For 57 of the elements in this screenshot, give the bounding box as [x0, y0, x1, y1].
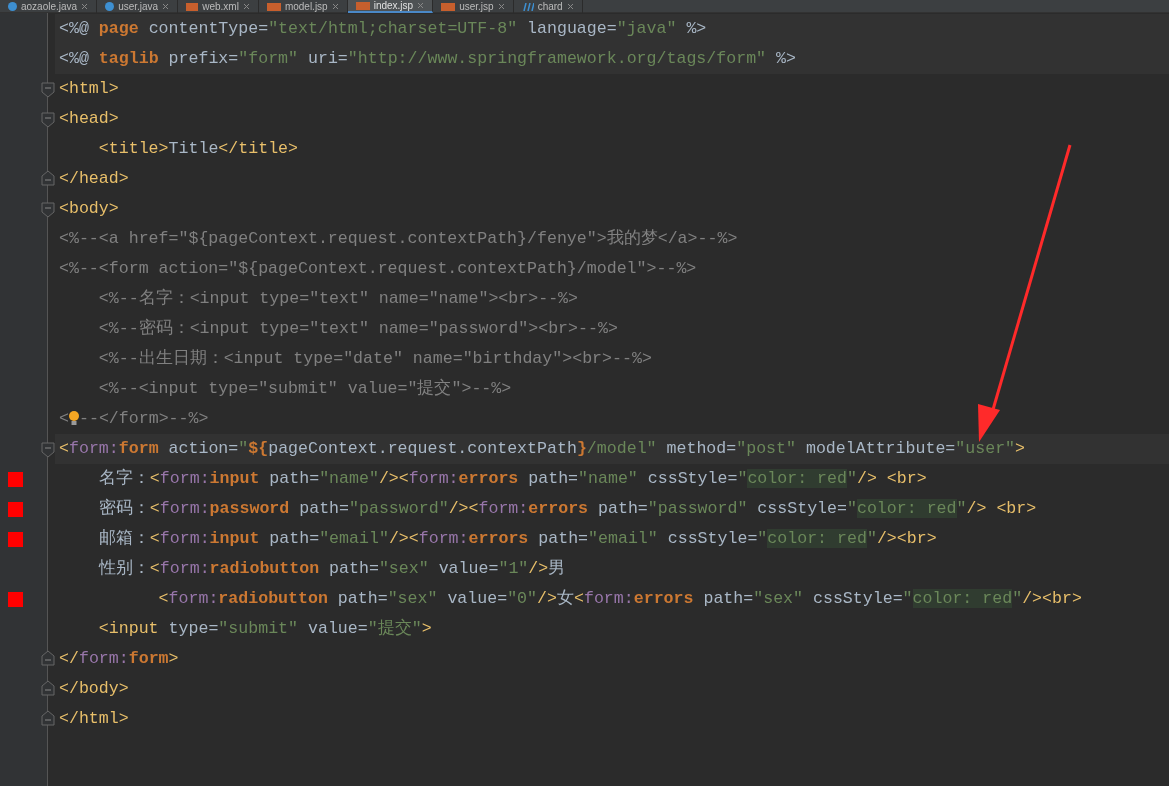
- tab-label: web.xml: [202, 0, 239, 13]
- class-icon: [105, 2, 115, 11]
- tab-label: user.jsp: [459, 0, 494, 13]
- close-icon[interactable]: [497, 3, 505, 10]
- close-icon[interactable]: [162, 3, 170, 10]
- code-line: 名字：<form:input path="name"/><form:errors path="name" cssStyle="color: red"/> <br>: [97, 467, 928, 490]
- code-line: <%--<input type="submit" value="提交">--%>: [97, 377, 513, 400]
- editor-tab[interactable]: user.java: [97, 0, 179, 13]
- slashes-icon: [521, 2, 534, 11]
- file-icon: [186, 2, 199, 11]
- editor-tab[interactable]: index.jsp: [347, 0, 434, 13]
- code-line: <input type="submit" value="提交">: [97, 617, 433, 640]
- code-line: 性别：<form:radiobutton path="sex" value="1"/>男: [97, 558, 567, 580]
- fold-icon[interactable]: [41, 650, 55, 666]
- file-icon: [266, 2, 281, 11]
- fold-icon[interactable]: [41, 710, 55, 726]
- code-line: </form:form>: [58, 648, 180, 670]
- fold-icon[interactable]: [41, 442, 55, 458]
- code-line: <%--名字：<input type="text" name="name"><br>--%>: [97, 287, 580, 310]
- class-icon: [8, 2, 17, 11]
- fold-icon[interactable]: [41, 680, 55, 696]
- code-line: 密码：<form:password path="password"/><form:errors path="password" cssStyle="color: red"/> <br>: [97, 497, 1038, 520]
- editor-tab[interactable]: user.jsp: [433, 0, 514, 13]
- close-icon[interactable]: [417, 2, 425, 9]
- close-icon[interactable]: [81, 3, 89, 10]
- editor-tab[interactable]: web.xml: [178, 0, 259, 13]
- file-icon: [441, 2, 456, 11]
- file-icon: [355, 1, 370, 10]
- fold-icon[interactable]: [41, 170, 55, 186]
- code-line: <head>: [58, 108, 120, 130]
- code-line: </html>: [58, 708, 130, 730]
- close-icon[interactable]: [242, 3, 250, 10]
- fold-icon[interactable]: [41, 202, 55, 218]
- code-line: </head>: [58, 168, 130, 190]
- code-line: 邮箱：<form:input path="email"/><form:errors path="email" cssStyle="color: red"/><br>: [97, 528, 938, 550]
- code-line: <form:radiobutton path="sex" value="0"/>女<form:errors path="sex" cssStyle="color: red"/><br>: [157, 588, 1083, 610]
- code-line: <%--<form action="${pageContext.request.contextPath}/model">--%>: [58, 258, 698, 280]
- code-line: </body>: [58, 678, 130, 700]
- editor-tab[interactable]: chard: [513, 0, 583, 13]
- close-icon[interactable]: [566, 3, 574, 10]
- tab-label: chard: [537, 0, 563, 13]
- editor-tab[interactable]: model.jsp: [258, 0, 348, 13]
- code-line: <title>Title</title>: [97, 138, 299, 160]
- tab-label: index.jsp: [373, 0, 414, 12]
- code-line: <%--出生日期：<input type="date" name="birthday"><br>--%>: [97, 348, 653, 370]
- code-line: <%--密码：<input type="text" name="password"><br>--%>: [97, 317, 619, 340]
- code-line: <body>: [58, 198, 120, 220]
- code-line: <%--<a href="${pageContext.request.contextPath}/fenye">我的梦</a>--%>: [58, 228, 739, 250]
- code-line: < --</form>--%>: [58, 408, 210, 430]
- close-icon[interactable]: [331, 3, 339, 10]
- tab-label: model.jsp: [284, 0, 328, 13]
- tab-label: aozaole.java: [21, 0, 78, 13]
- lightbulb-icon[interactable]: [68, 410, 79, 426]
- code-line: <html>: [58, 78, 120, 100]
- tab-label: user.java: [118, 0, 159, 13]
- fold-icon[interactable]: [41, 82, 55, 98]
- fold-icon[interactable]: [41, 112, 55, 128]
